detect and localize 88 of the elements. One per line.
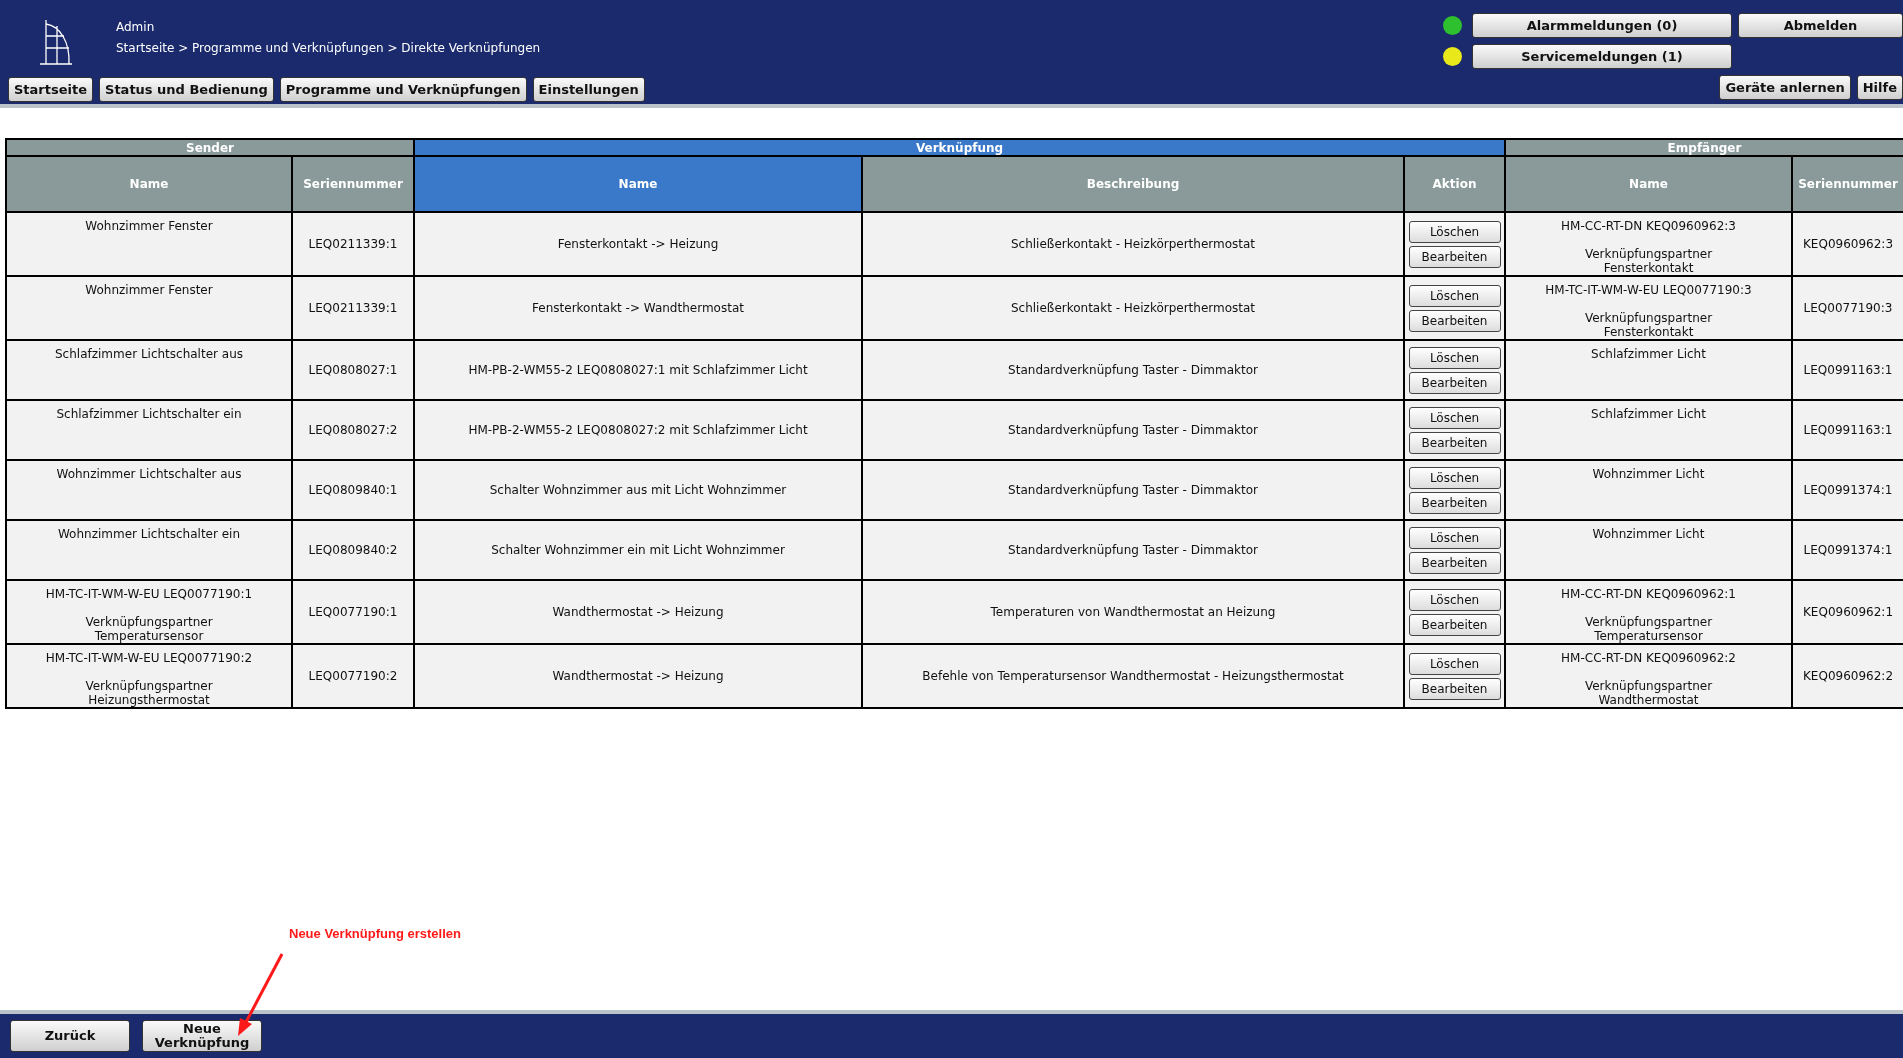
table-cell: HM-TC-IT-WM-W-EU LEQ0077190:1 Verknüpfungspartner Temperatursensor bbox=[6, 580, 292, 644]
table-cell: KEQ0960962:2 bbox=[1792, 644, 1903, 708]
table-cell: Wohnzimmer Licht bbox=[1505, 460, 1792, 520]
table-cell: Temperaturen von Wandthermostat an Heizung bbox=[862, 580, 1404, 644]
table-cell: LEQ0809840:2 bbox=[292, 520, 414, 580]
table-cell: LEQ0991374:1 bbox=[1792, 520, 1903, 580]
messages-button[interactable]: Alarmmeldungen (0) bbox=[1472, 13, 1732, 38]
breadcrumb: Startseite > Programme und Verknüpfungen > Direkte Verknüpfungen bbox=[116, 41, 541, 55]
action-button[interactable]: Löschen bbox=[1408, 220, 1501, 243]
table-cell: LEQ0211339:1 bbox=[292, 212, 414, 276]
table-cell: Schalter Wohnzimmer ein mit Licht Wohnzimmer bbox=[414, 520, 862, 580]
column-header: Seriennummer bbox=[292, 156, 414, 212]
table-cell: Fensterkontakt -> Wandthermostat bbox=[414, 276, 862, 340]
nav-button[interactable]: Hilfe bbox=[1856, 75, 1903, 100]
table-cell: LEQ0808027:1 bbox=[292, 340, 414, 400]
table-cell: LEQ0991374:1 bbox=[1792, 460, 1903, 520]
table-cell: Schlafzimmer Licht bbox=[1505, 340, 1792, 400]
action-button[interactable]: Löschen bbox=[1408, 652, 1501, 675]
table-cell: Schlafzimmer Lichtschalter ein bbox=[6, 400, 292, 460]
table-cell: LEQ0991163:1 bbox=[1792, 400, 1903, 460]
action-button[interactable]: Bearbeiten bbox=[1408, 677, 1501, 700]
table-cell: Wandthermostat -> Heizung bbox=[414, 580, 862, 644]
group-header: Sender bbox=[6, 139, 414, 156]
table-cell: Schließerkontakt - Heizkörperthermostat bbox=[862, 276, 1404, 340]
table-cell: HM-CC-RT-DN KEQ0960962:3 Verknüpfungspartner Fensterkontakt bbox=[1505, 212, 1792, 276]
table-cell: Standardverknüpfung Taster - Dimmaktor bbox=[862, 400, 1404, 460]
action-button[interactable]: Bearbeiten bbox=[1408, 613, 1501, 636]
table-cell: HM-TC-IT-WM-W-EU LEQ0077190:3 Verknüpfungspartner Fensterkontakt bbox=[1505, 276, 1792, 340]
action-button[interactable]: Bearbeiten bbox=[1408, 431, 1501, 454]
table-cell: Standardverknüpfung Taster - Dimmaktor bbox=[862, 460, 1404, 520]
table-cell: KEQ0960962:3 bbox=[1792, 212, 1903, 276]
nav-button[interactable]: Programme und Verknüpfungen bbox=[279, 77, 527, 102]
table-cell: HM-TC-IT-WM-W-EU LEQ0077190:2 Verknüpfungspartner Heizungsthermostat bbox=[6, 644, 292, 708]
table-cell: Wohnzimmer Fenster bbox=[6, 212, 292, 276]
group-header: Empfänger bbox=[1505, 139, 1903, 156]
table-cell: Wandthermostat -> Heizung bbox=[414, 644, 862, 708]
group-header: Verknüpfung bbox=[414, 139, 1505, 156]
action-button[interactable]: Löschen bbox=[1408, 466, 1501, 489]
table-cell: Wohnzimmer Fenster bbox=[6, 276, 292, 340]
column-header: Name bbox=[414, 156, 862, 212]
nav-button[interactable]: Startseite bbox=[8, 77, 94, 102]
nav-button[interactable]: Geräte anlernen bbox=[1719, 75, 1851, 100]
table-cell: LEQ0808027:2 bbox=[292, 400, 414, 460]
table-cell: HM-CC-RT-DN KEQ0960962:1 Verknüpfungspartner Temperatursensor bbox=[1505, 580, 1792, 644]
logout-button[interactable]: Abmelden bbox=[1738, 13, 1903, 38]
table-cell: KEQ0960962:1 bbox=[1792, 580, 1903, 644]
user-name: Admin bbox=[116, 20, 156, 34]
table-cell: LEQ0077190:3 bbox=[1792, 276, 1903, 340]
table-cell: Befehle von Temperatursensor Wandthermostat - Heizungsthermostat bbox=[862, 644, 1404, 708]
table-cell: Fensterkontakt -> Heizung bbox=[414, 212, 862, 276]
table-cell: Schließerkontakt - Heizkörperthermostat bbox=[862, 212, 1404, 276]
table-cell: Standardverknüpfung Taster - Dimmaktor bbox=[862, 520, 1404, 580]
column-header: Beschreibung bbox=[862, 156, 1404, 212]
table-cell: LEQ0077190:2 bbox=[292, 644, 414, 708]
action-button[interactable]: Bearbeiten bbox=[1408, 309, 1501, 332]
table-cell: LEQ0991163:1 bbox=[1792, 340, 1903, 400]
messages-button[interactable]: Servicemeldungen (1) bbox=[1472, 44, 1732, 69]
table-cell: HM-PB-2-WM55-2 LEQ0808027:2 mit Schlafzimmer Licht bbox=[414, 400, 862, 460]
nav-button[interactable]: Einstellungen bbox=[532, 77, 645, 102]
table-cell: Schlafzimmer Lichtschalter aus bbox=[6, 340, 292, 400]
nav-button[interactable]: Status und Bedienung bbox=[99, 77, 274, 102]
action-button[interactable]: Bearbeiten bbox=[1408, 371, 1501, 394]
column-header: Aktion bbox=[1404, 156, 1505, 212]
table-cell: Schlafzimmer Licht bbox=[1505, 400, 1792, 460]
column-header: Seriennummer bbox=[1792, 156, 1903, 212]
table-cell: LEQ0077190:1 bbox=[292, 580, 414, 644]
action-button[interactable]: Bearbeiten bbox=[1408, 491, 1501, 514]
table-cell: Wohnzimmer Lichtschalter ein bbox=[6, 520, 292, 580]
action-button[interactable]: Bearbeiten bbox=[1408, 245, 1501, 268]
footer-button[interactable]: Neue Verknüpfung bbox=[142, 1020, 262, 1052]
table-cell: Standardverknüpfung Taster - Dimmaktor bbox=[862, 340, 1404, 400]
table-cell: HM-CC-RT-DN KEQ0960962:2 Verknüpfungspartner Wandthermostat bbox=[1505, 644, 1792, 708]
table-cell: Schalter Wohnzimmer aus mit Licht Wohnzimmer bbox=[414, 460, 862, 520]
table-cell: Wohnzimmer Lichtschalter aus bbox=[6, 460, 292, 520]
column-header: Name bbox=[6, 156, 292, 212]
table-cell: LEQ0809840:1 bbox=[292, 460, 414, 520]
table-cell: HM-PB-2-WM55-2 LEQ0808027:1 mit Schlafzimmer Licht bbox=[414, 340, 862, 400]
action-button[interactable]: Löschen bbox=[1408, 588, 1501, 611]
table-cell: LEQ0211339:1 bbox=[292, 276, 414, 340]
action-button[interactable]: Löschen bbox=[1408, 526, 1501, 549]
action-button[interactable]: Löschen bbox=[1408, 346, 1501, 369]
annotation-text: Neue Verknüpfung erstellen bbox=[289, 926, 461, 941]
action-button[interactable]: Löschen bbox=[1408, 284, 1501, 307]
footer-button[interactable]: Zurück bbox=[10, 1020, 130, 1052]
action-button[interactable]: Löschen bbox=[1408, 406, 1501, 429]
column-header: Name bbox=[1505, 156, 1792, 212]
action-button[interactable]: Bearbeiten bbox=[1408, 551, 1501, 574]
table-cell: Wohnzimmer Licht bbox=[1505, 520, 1792, 580]
